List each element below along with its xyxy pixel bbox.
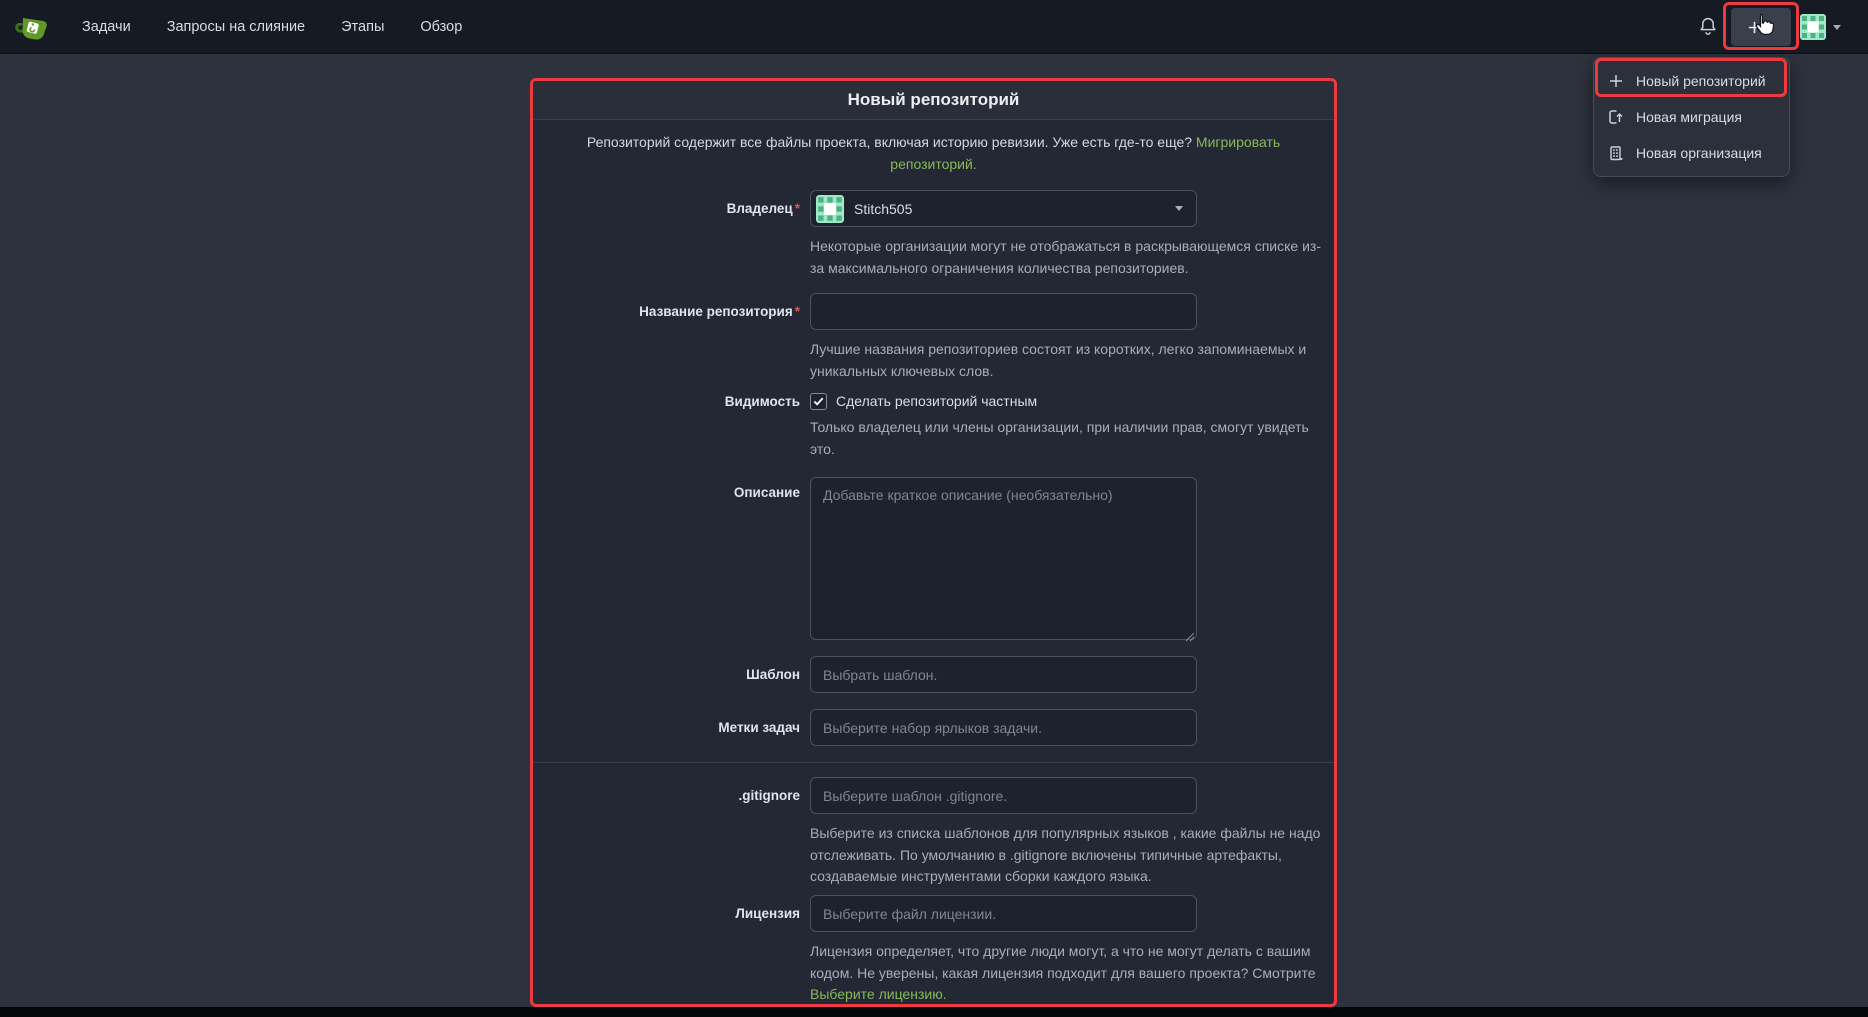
owner-value: Stitch505 xyxy=(854,201,1175,217)
gitignore-label: .gitignore xyxy=(533,788,800,803)
user-avatar[interactable] xyxy=(1800,14,1826,40)
gitea-logo-icon[interactable] xyxy=(14,9,50,45)
check-icon xyxy=(812,395,825,408)
intro-text: Репозиторий содержит все файлы проекта, … xyxy=(587,134,1192,150)
top-navbar: Задачи Запросы на слияние Этапы Обзор xyxy=(0,0,1868,54)
required-asterisk: * xyxy=(795,201,800,216)
form-intro: Репозиторий содержит все файлы проекта, … xyxy=(573,131,1294,175)
menu-item-new-organization[interactable]: Новая организация xyxy=(1594,135,1789,171)
create-new-menu: Новый репозиторий Новая миграция Новая о… xyxy=(1593,57,1790,177)
license-help: Лицензия определяет, что другие люди мог… xyxy=(810,941,1330,1006)
owner-select[interactable]: Stitch505 xyxy=(810,190,1197,227)
description-label: Описание xyxy=(533,485,800,500)
issue-labels-input[interactable] xyxy=(810,709,1197,746)
new-repository-form: Новый репозиторий Репозиторий содержит в… xyxy=(530,78,1337,1007)
create-new-button[interactable] xyxy=(1731,8,1791,46)
bottom-strip xyxy=(0,1007,1868,1017)
nav-explore[interactable]: Обзор xyxy=(420,19,462,35)
plus-icon xyxy=(1608,73,1624,89)
owner-avatar xyxy=(816,195,844,223)
visibility-help: Только владелец или члены организации, п… xyxy=(810,417,1330,460)
caret-down-icon xyxy=(1767,25,1775,30)
repo-name-input[interactable] xyxy=(810,293,1197,330)
nav-milestones[interactable]: Этапы xyxy=(341,19,384,35)
user-menu-caret-icon[interactable] xyxy=(1833,25,1841,30)
menu-item-label: Новый репозиторий xyxy=(1636,73,1766,89)
menu-item-label: Новая миграция xyxy=(1636,109,1742,125)
repo-name-label: Название репозитория* xyxy=(533,304,800,319)
issue-labels-label: Метки задач xyxy=(533,720,800,735)
gitignore-input[interactable] xyxy=(810,777,1197,814)
menu-item-new-repository[interactable]: Новый репозиторий xyxy=(1594,63,1789,99)
required-asterisk: * xyxy=(795,304,800,319)
private-checkbox-label[interactable]: Сделать репозиторий частным xyxy=(836,393,1037,409)
nav-pull-requests[interactable]: Запросы на слияние xyxy=(167,19,305,35)
license-label: Лицензия xyxy=(533,906,800,921)
migration-icon xyxy=(1608,109,1624,125)
visibility-label: Видимость xyxy=(533,394,800,409)
license-help-text: Лицензия определяет, что другие люди мог… xyxy=(810,943,1316,981)
menu-item-label: Новая организация xyxy=(1636,145,1762,161)
template-label: Шаблон xyxy=(533,667,800,682)
choose-license-link[interactable]: Выберите лицензию. xyxy=(810,986,947,1002)
menu-item-new-migration[interactable]: Новая миграция xyxy=(1594,99,1789,135)
template-input[interactable] xyxy=(810,656,1197,693)
owner-label: Владелец* xyxy=(533,201,800,216)
owner-help: Некоторые организации могут не отображат… xyxy=(810,236,1330,279)
gitignore-help: Выберите из списка шаблонов для популярн… xyxy=(810,823,1330,888)
form-title: Новый репозиторий xyxy=(533,81,1334,120)
license-input[interactable] xyxy=(810,895,1197,932)
nav-issues[interactable]: Задачи xyxy=(82,19,131,35)
organization-icon xyxy=(1608,145,1624,161)
plus-icon xyxy=(1747,20,1762,35)
repo-name-help: Лучшие названия репозиториев состоят из … xyxy=(810,339,1330,382)
notifications-bell-icon[interactable] xyxy=(1698,16,1718,40)
description-textarea[interactable] xyxy=(810,477,1197,640)
private-checkbox[interactable] xyxy=(810,393,827,410)
caret-down-icon xyxy=(1175,206,1183,211)
section-divider xyxy=(533,762,1334,763)
main-nav: Задачи Запросы на слияние Этапы Обзор xyxy=(82,0,462,54)
